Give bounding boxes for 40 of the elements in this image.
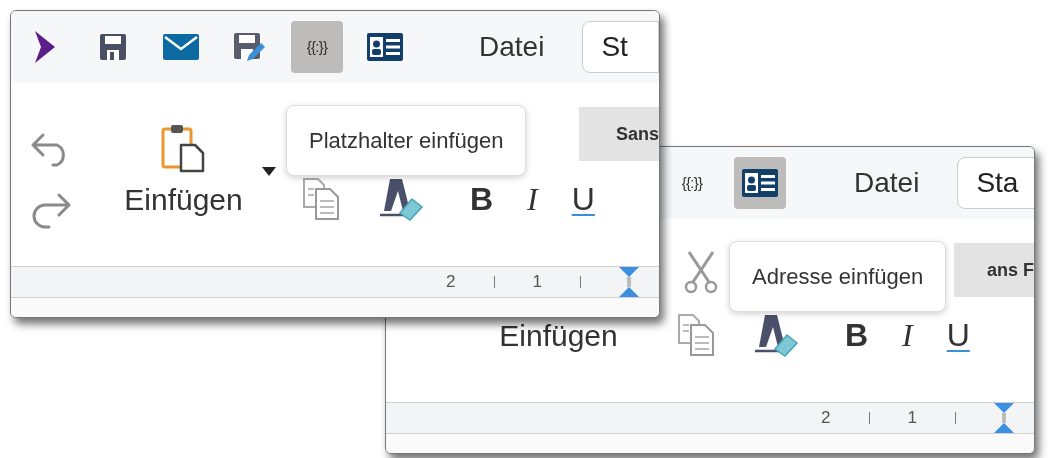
toolbar-button[interactable]	[734, 157, 786, 209]
indent-marker-icon[interactable]	[994, 403, 1014, 433]
clear-formatting-icon[interactable]	[378, 177, 424, 221]
format-button[interactable]: U	[571, 183, 595, 215]
paste-button-label[interactable]: Einfügen	[499, 321, 618, 351]
chevron-logo-icon	[33, 31, 57, 63]
ruler-number: 1	[907, 407, 917, 430]
ruler-number: 1	[532, 271, 542, 294]
indent-marker-icon[interactable]	[619, 267, 639, 297]
ruler-number: 2	[821, 407, 831, 430]
address-card-icon	[367, 33, 403, 61]
ruler-number: 2	[446, 271, 456, 294]
tooltip: Platzhalter einfügen	[286, 105, 527, 176]
file-menu[interactable]: Datei	[479, 26, 545, 68]
envelope-icon	[163, 34, 199, 60]
tooltip: Adresse einfügen	[729, 241, 947, 312]
dropdown-caret-icon[interactable]	[262, 167, 276, 176]
placeholder-glyph-icon: {{:}}	[681, 171, 703, 195]
style-button[interactable]: St	[582, 21, 659, 73]
format-button[interactable]: I	[527, 183, 538, 215]
toolbar-button[interactable]: {{:}}	[666, 157, 718, 209]
save-pencil-icon	[233, 31, 265, 63]
copy-icon[interactable]	[677, 313, 715, 357]
clipboard-icon[interactable]	[160, 123, 207, 173]
format-button[interactable]: I	[902, 319, 913, 351]
clear-formatting-icon[interactable]	[753, 313, 799, 357]
format-button[interactable]: U	[946, 319, 970, 351]
scissors-icon[interactable]	[683, 250, 719, 294]
format-button[interactable]: B	[470, 183, 494, 215]
font-field[interactable]: ans F	[954, 243, 1034, 297]
format-button[interactable]: B	[845, 319, 869, 351]
paste-button-label[interactable]: Einfügen	[124, 185, 243, 215]
file-menu[interactable]: Datei	[854, 162, 920, 204]
placeholder-glyph-icon: {{:}}	[306, 35, 328, 59]
address-card-icon	[742, 169, 778, 197]
toolbar-button[interactable]: {{:}}	[291, 21, 343, 73]
font-field[interactable]: Sans	[579, 107, 659, 161]
style-button[interactable]: Sta	[957, 157, 1034, 209]
copy-icon[interactable]	[302, 177, 340, 221]
save-icon	[98, 32, 128, 62]
